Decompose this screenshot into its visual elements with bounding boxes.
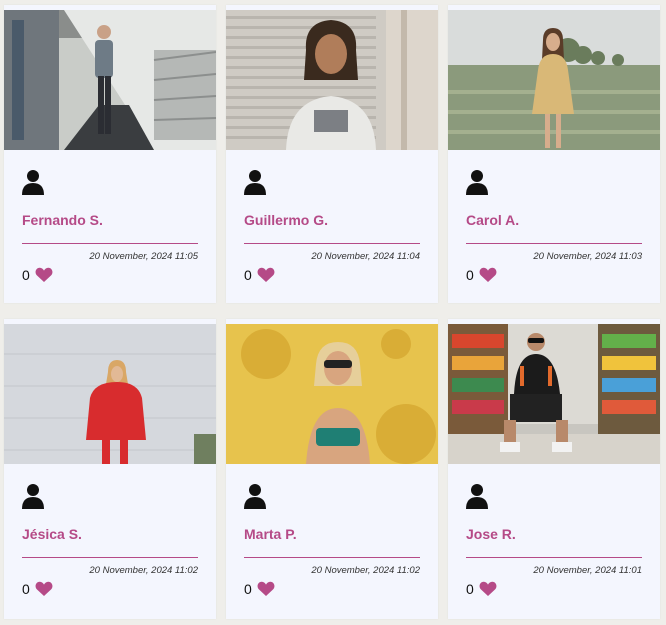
post-date: 20 November, 2024 11:02 bbox=[311, 565, 420, 576]
heart-icon[interactable] bbox=[257, 581, 275, 597]
post-grid: Fernando S. 20 November, 2024 11:05 0 Gu… bbox=[4, 5, 660, 619]
user-icon bbox=[244, 484, 266, 509]
like-count: 0 bbox=[22, 581, 30, 597]
like-row: 0 bbox=[466, 581, 497, 597]
post-card[interactable]: Guillermo G. 20 November, 2024 11:04 0 bbox=[226, 5, 438, 303]
author-name[interactable]: Carol A. bbox=[466, 212, 519, 228]
divider bbox=[22, 557, 198, 558]
like-count: 0 bbox=[466, 581, 474, 597]
like-row: 0 bbox=[22, 581, 53, 597]
post-date: 20 November, 2024 11:02 bbox=[89, 565, 198, 576]
divider bbox=[466, 557, 642, 558]
post-photo[interactable] bbox=[226, 10, 438, 150]
post-photo[interactable] bbox=[448, 10, 660, 150]
user-icon bbox=[244, 170, 266, 195]
like-row: 0 bbox=[466, 267, 497, 283]
heart-icon[interactable] bbox=[35, 581, 53, 597]
post-card[interactable]: Fernando S. 20 November, 2024 11:05 0 bbox=[4, 5, 216, 303]
heart-icon[interactable] bbox=[479, 267, 497, 283]
divider bbox=[244, 243, 420, 244]
user-icon bbox=[466, 484, 488, 509]
author-name[interactable]: Guillermo G. bbox=[244, 212, 328, 228]
user-icon bbox=[22, 170, 44, 195]
author-name[interactable]: Marta P. bbox=[244, 526, 297, 542]
post-card[interactable]: Jésica S. 20 November, 2024 11:02 0 bbox=[4, 319, 216, 619]
heart-icon[interactable] bbox=[257, 267, 275, 283]
user-icon bbox=[22, 484, 44, 509]
like-count: 0 bbox=[244, 267, 252, 283]
divider bbox=[22, 243, 198, 244]
author-name[interactable]: Jésica S. bbox=[22, 526, 82, 542]
post-date: 20 November, 2024 11:01 bbox=[533, 565, 642, 576]
post-date: 20 November, 2024 11:04 bbox=[311, 251, 420, 262]
user-icon bbox=[466, 170, 488, 195]
heart-icon[interactable] bbox=[479, 581, 497, 597]
like-row: 0 bbox=[244, 267, 275, 283]
divider bbox=[466, 243, 642, 244]
divider bbox=[244, 557, 420, 558]
like-count: 0 bbox=[466, 267, 474, 283]
post-card[interactable]: Jose R. 20 November, 2024 11:01 0 bbox=[448, 319, 660, 619]
author-name[interactable]: Fernando S. bbox=[22, 212, 103, 228]
author-name[interactable]: Jose R. bbox=[466, 526, 516, 542]
like-count: 0 bbox=[244, 581, 252, 597]
like-row: 0 bbox=[22, 267, 53, 283]
post-date: 20 November, 2024 11:05 bbox=[89, 251, 198, 262]
like-count: 0 bbox=[22, 267, 30, 283]
post-photo[interactable] bbox=[226, 324, 438, 464]
heart-icon[interactable] bbox=[35, 267, 53, 283]
post-card[interactable]: Carol A. 20 November, 2024 11:03 0 bbox=[448, 5, 660, 303]
post-date: 20 November, 2024 11:03 bbox=[533, 251, 642, 262]
like-row: 0 bbox=[244, 581, 275, 597]
post-card[interactable]: Marta P. 20 November, 2024 11:02 0 bbox=[226, 319, 438, 619]
post-photo[interactable] bbox=[448, 324, 660, 464]
post-photo[interactable] bbox=[4, 324, 216, 464]
post-photo[interactable] bbox=[4, 10, 216, 150]
